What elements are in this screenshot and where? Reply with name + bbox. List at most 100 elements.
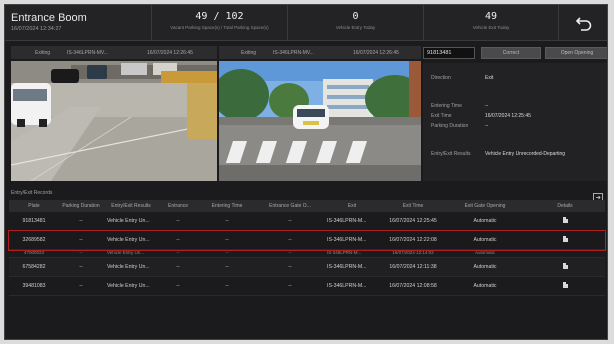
cell-plate: 47000023 xyxy=(23,250,45,255)
info-parking-duration: Parking Duration -- xyxy=(431,123,488,129)
page-title: Entrance Boom xyxy=(11,12,87,24)
col-plate[interactable]: Plate xyxy=(9,203,59,209)
cell-entrance: -- xyxy=(176,250,180,255)
stat-exit-today: 49 Vehicle Exit Today xyxy=(423,5,559,41)
info-label: Entering Time xyxy=(431,103,462,109)
document-icon[interactable] xyxy=(562,236,568,242)
cell-entrance: -- xyxy=(176,218,180,224)
info-direction: Direction Exit xyxy=(431,75,493,81)
table-row-partial[interactable]: 47000023 -- Vehicle Entry Un... -- -- --… xyxy=(9,250,605,258)
col-exit[interactable]: Exit xyxy=(323,203,381,209)
info-value: Vehicle Entry Unrecorded-Departing xyxy=(485,151,566,157)
cell-plate: 67584282 xyxy=(22,264,46,270)
cell-entering-time: -- xyxy=(225,283,229,289)
info-label: Direction xyxy=(431,75,451,81)
cell-result: Vehicle Entry Un... xyxy=(107,237,150,243)
table-row[interactable]: 91813481 -- Vehicle Entry Un... -- -- --… xyxy=(9,212,605,231)
cell-entrance-gate: -- xyxy=(288,264,292,270)
cell-entrance-gate: -- xyxy=(288,218,292,224)
stat-vacant-spaces: 49 / 102 Vacant Parking Space(s) / Total… xyxy=(151,5,287,41)
camera-right-status: Exiting xyxy=(241,50,257,56)
cell-entering-time: -- xyxy=(225,264,229,270)
cell-entrance: -- xyxy=(176,237,180,243)
cell-duration: -- xyxy=(79,250,83,255)
correct-button[interactable]: Correct xyxy=(481,47,541,59)
cell-details xyxy=(525,263,605,271)
cell-result: Vehicle Entry Un... xyxy=(107,264,150,270)
cell-duration: -- xyxy=(79,218,83,224)
camera-left-time: 16/07/2024 12:26:45 xyxy=(147,50,193,56)
cell-exit-time: 16/07/2024 12:14:03 xyxy=(392,250,434,255)
cell-details xyxy=(525,282,605,290)
cell-plate: 91813481 xyxy=(22,218,46,224)
title-block: Entrance Boom 16/07/2024 12:34:27 xyxy=(11,12,87,32)
event-info-panel: Direction Exit Entering Time -- Exit Tim… xyxy=(423,63,607,181)
cell-entrance-gate: -- xyxy=(288,250,292,255)
stat-value: 49 / 102 xyxy=(195,11,244,22)
cell-exit: IS-346LPRN-M... xyxy=(327,264,367,270)
table-row[interactable]: 32689582 -- Vehicle Entry Un... -- -- --… xyxy=(8,230,606,251)
cell-entering-time: -- xyxy=(225,218,229,224)
cell-exit: IS-346LPRN-M... xyxy=(327,250,362,255)
open-opening-button[interactable]: Open Opening xyxy=(545,47,607,59)
camera-left-bar: Exiting IS-346LPRN-MV... 16/07/2024 12:2… xyxy=(11,46,217,59)
plate-input[interactable]: 91813481 xyxy=(423,47,475,59)
col-exit-time[interactable]: Exit Time xyxy=(381,203,445,209)
table-row[interactable]: 67584282 -- Vehicle Entry Un... -- -- --… xyxy=(9,258,605,277)
col-details[interactable]: Details xyxy=(525,203,605,209)
col-exit-gate-opening[interactable]: Exit Gate Opening xyxy=(445,203,525,209)
back-button[interactable] xyxy=(573,13,595,33)
info-label: Parking Duration xyxy=(431,123,469,129)
col-entrance-gate[interactable]: Entrance Gate O... xyxy=(257,203,323,209)
info-entry-exit-result: Entry/Exit Results Vehicle Entry Unrecor… xyxy=(431,151,565,157)
cell-details xyxy=(525,236,605,244)
camera-right-bar: Exiting IS-346LPRN-MV... 16/07/2024 12:2… xyxy=(219,46,421,59)
app-frame: Entrance Boom 16/07/2024 12:34:27 49 / 1… xyxy=(4,4,608,340)
records-title: Entry/Exit Records xyxy=(11,190,53,196)
datetime: 16/07/2024 12:34:27 xyxy=(11,26,62,32)
cell-entrance-gate: -- xyxy=(288,237,292,243)
camera-left-name: IS-346LPRN-MV... xyxy=(67,50,108,56)
cell-exit: IS-346LPRN-M... xyxy=(327,283,367,289)
cell-exit: IS-346LPRN-M... xyxy=(327,237,367,243)
stat-label: Vacant Parking Space(s) / Total Parking … xyxy=(170,25,269,30)
stat-label: Vehicle Entry Today xyxy=(335,25,376,30)
header: Entrance Boom 16/07/2024 12:34:27 49 / 1… xyxy=(5,5,607,41)
table-header: Plate Parking Duration Entry/Exit Result… xyxy=(9,200,605,212)
col-results[interactable]: Entry/Exit Results xyxy=(103,203,159,209)
cell-exit-time: 16/07/2024 12:25:45 xyxy=(389,218,437,224)
info-exit-time: Exit Time 16/07/2024 12:25:45 xyxy=(431,113,531,119)
col-parking-duration[interactable]: Parking Duration xyxy=(59,203,103,209)
table-row[interactable]: 39481083 -- Vehicle Entry Un... -- -- --… xyxy=(9,277,605,296)
cell-duration: -- xyxy=(79,264,83,270)
back-arrow-icon xyxy=(575,17,592,31)
camera-right-time: 16/07/2024 12:26:45 xyxy=(353,50,399,56)
info-entering-time: Entering Time -- xyxy=(431,103,488,109)
info-label: Exit Time xyxy=(431,113,452,119)
document-icon[interactable] xyxy=(562,217,568,223)
document-icon[interactable] xyxy=(562,263,568,269)
cell-plate: 39481083 xyxy=(22,283,46,289)
records-table: Plate Parking Duration Entry/Exit Result… xyxy=(8,200,606,296)
cell-exit: IS-346LPRN-M... xyxy=(327,218,367,224)
camera-left-snapshot[interactable] xyxy=(11,61,217,181)
cell-gate-opening: Automatic xyxy=(473,237,497,243)
cell-entering-time: -- xyxy=(225,237,229,243)
col-entrance[interactable]: Entrance xyxy=(159,203,197,209)
info-label: Entry/Exit Results xyxy=(431,151,471,157)
cell-entrance: -- xyxy=(176,283,180,289)
stat-label: Vehicle Exit Today xyxy=(472,25,510,30)
cell-duration: -- xyxy=(79,237,83,243)
cell-gate-opening: Automatic xyxy=(473,283,497,289)
export-button[interactable] xyxy=(593,189,603,202)
cell-gate-opening: Automatic xyxy=(473,264,497,270)
info-value: -- xyxy=(485,123,489,129)
camera-right-snapshot[interactable] xyxy=(219,61,421,181)
stat-value: 0 xyxy=(352,11,359,22)
document-icon[interactable] xyxy=(562,282,568,288)
cell-exit-time: 16/07/2024 12:08:58 xyxy=(389,283,437,289)
parking-lot-image xyxy=(11,61,217,181)
cell-exit-time: 16/07/2024 12:11:38 xyxy=(389,264,437,270)
col-entering-time[interactable]: Entering Time xyxy=(197,203,257,209)
cell-duration: -- xyxy=(79,283,83,289)
